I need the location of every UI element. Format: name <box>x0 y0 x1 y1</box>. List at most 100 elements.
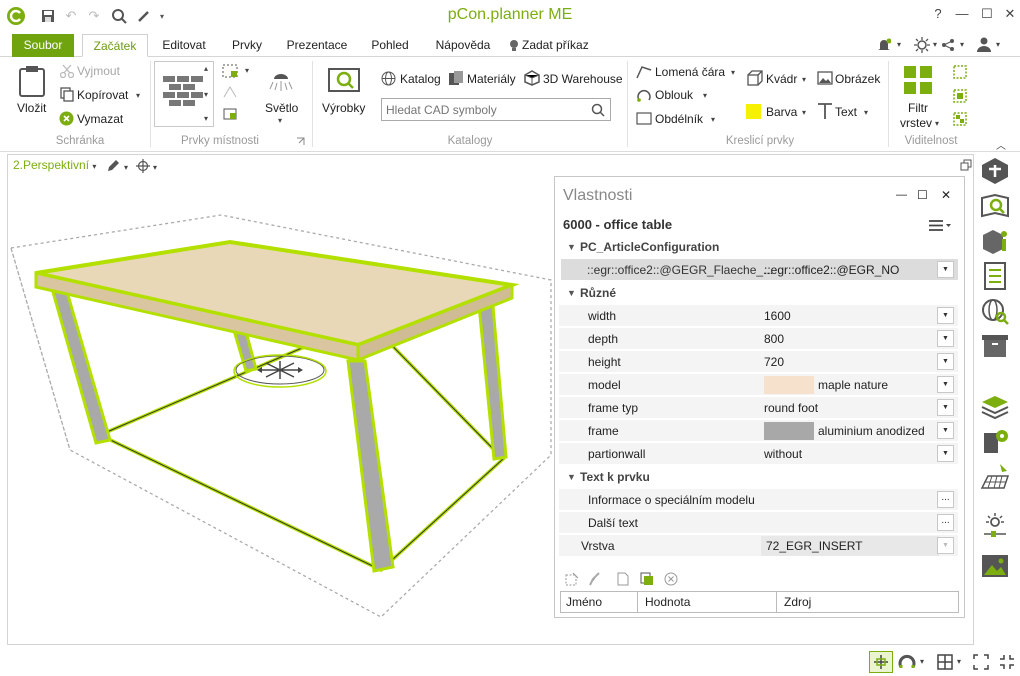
tab-prezentace[interactable]: Prezentace <box>280 34 354 57</box>
grid-view-icon[interactable] <box>937 654 953 670</box>
room-element-caret-icon[interactable]: ▾ <box>245 66 249 75</box>
image-view-icon[interactable] <box>980 552 1010 580</box>
minimize-button[interactable]: — <box>950 4 974 24</box>
share-caret-icon[interactable]: ▾ <box>960 40 964 49</box>
model-dropdown-icon[interactable]: ▼ <box>937 376 954 393</box>
catalog-search-icon[interactable] <box>980 192 1010 220</box>
gallery-down-icon[interactable]: ▾ <box>204 90 208 99</box>
tab-editovat[interactable]: Editovat <box>153 34 215 57</box>
copy-icon[interactable] <box>60 87 74 102</box>
grid-caret-icon[interactable]: ▾ <box>957 657 961 666</box>
arc-button[interactable]: Oblouk <box>655 88 693 102</box>
height-dropdown-icon[interactable]: ▼ <box>937 353 954 370</box>
text-caret-icon[interactable]: ▾ <box>864 108 868 117</box>
copy-caret-icon[interactable]: ▾ <box>136 91 140 100</box>
close-button[interactable]: ✕ <box>998 4 1020 24</box>
polyline-caret-icon[interactable]: ▾ <box>731 68 735 77</box>
image-button[interactable]: Obrázek <box>835 72 880 86</box>
drawer-icon[interactable] <box>980 332 1010 360</box>
prop-row-special-model[interactable]: Informace o speciálním modelu... <box>559 489 958 511</box>
room-element-icon[interactable] <box>222 64 238 78</box>
paste-icon[interactable] <box>17 65 47 97</box>
copy-doc-icon[interactable] <box>640 572 654 586</box>
ribbon-collapse-icon[interactable]: ︿ <box>996 137 1006 152</box>
prop-row-other-text[interactable]: Další text... <box>559 512 958 534</box>
tab-pohled[interactable]: Pohled <box>362 34 418 57</box>
prop-row-layer[interactable]: Vrstva 72_EGR_INSERT ▼ <box>559 535 958 557</box>
layer-filter-caret-icon[interactable]: ▾ <box>935 119 939 128</box>
light-settings-icon[interactable] <box>980 512 1010 540</box>
share-icon[interactable] <box>941 38 955 52</box>
warehouse-icon[interactable] <box>524 70 540 86</box>
remove-icon[interactable] <box>664 572 678 586</box>
tab-napoveda[interactable]: Nápověda <box>427 34 499 57</box>
layers-icon[interactable] <box>980 392 1010 420</box>
web-search-icon[interactable] <box>980 297 1010 325</box>
materials-button[interactable]: Materiály <box>467 72 516 86</box>
section-misc[interactable]: ▼ Různé <box>555 286 955 304</box>
color-swatch[interactable] <box>746 104 761 119</box>
copy-button[interactable]: Kopírovat <box>77 88 128 102</box>
table-3d-model[interactable] <box>8 155 553 644</box>
help-button[interactable]: ? <box>926 4 950 24</box>
partionwall-dropdown-icon[interactable]: ▼ <box>937 445 954 462</box>
toolbox-icon[interactable] <box>980 157 1010 185</box>
col-header-name[interactable]: Jméno <box>561 592 638 612</box>
notification-caret-icon[interactable]: ▾ <box>897 40 901 49</box>
cut-button[interactable]: Vyjmout <box>77 64 120 78</box>
paste-button[interactable]: Vložit <box>17 101 46 115</box>
door-icon[interactable] <box>222 85 238 99</box>
color-button[interactable]: Barva <box>766 105 797 119</box>
box-icon[interactable] <box>747 70 763 86</box>
cut-icon[interactable] <box>60 64 74 78</box>
command-input[interactable]: Zadat příkaz <box>522 34 592 57</box>
panel-menu-icon[interactable] <box>928 220 952 232</box>
delete-button[interactable]: Vymazat <box>77 112 123 126</box>
layer-dropdown-icon[interactable]: ▼ <box>937 537 954 554</box>
frame-typ-dropdown-icon[interactable]: ▼ <box>937 399 954 416</box>
light-caret-icon[interactable]: ▾ <box>278 116 282 125</box>
floor-grid-icon[interactable] <box>980 462 1010 490</box>
magnet-icon[interactable] <box>898 653 916 671</box>
box-caret-icon[interactable]: ▾ <box>802 75 806 84</box>
layer-filter-icon[interactable] <box>903 65 933 95</box>
notification-icon[interactable] <box>877 38 891 53</box>
fit-view-icon[interactable] <box>973 654 989 670</box>
group-expand-icon[interactable] <box>296 137 305 146</box>
polyline-button[interactable]: Lomená čára <box>655 65 725 79</box>
light-icon[interactable] <box>268 67 294 93</box>
article-info-icon[interactable] <box>980 227 1010 255</box>
section-config[interactable]: ▼ PC_ArticleConfiguration <box>555 240 955 258</box>
catalog-button[interactable]: Katalog <box>400 72 441 86</box>
brush-icon[interactable] <box>587 572 601 586</box>
sun-caret-icon[interactable]: ▾ <box>933 40 937 49</box>
text-icon[interactable] <box>817 102 833 120</box>
fullscreen-icon[interactable] <box>999 654 1015 670</box>
catalog-icon[interactable] <box>381 71 396 86</box>
rectangle-icon[interactable] <box>636 112 652 125</box>
prop-row-frame[interactable]: frame aluminium anodized ▼ <box>559 420 958 442</box>
layer-filter-label-2[interactable]: vrstev <box>900 116 932 130</box>
prop-row-model[interactable]: model maple nature ▼ <box>559 374 958 396</box>
gallery-up-icon[interactable]: ▴ <box>204 64 208 73</box>
depth-dropdown-icon[interactable]: ▼ <box>937 330 954 347</box>
config-row-dropdown-icon[interactable]: ▼ <box>937 261 954 278</box>
tab-soubor[interactable]: Soubor <box>12 34 74 57</box>
products-icon[interactable] <box>328 65 360 95</box>
rectangle-button[interactable]: Obdélník <box>655 112 703 126</box>
delete-icon[interactable] <box>59 111 74 126</box>
prop-row-partionwall[interactable]: partionwall without ▼ <box>559 443 958 465</box>
width-dropdown-icon[interactable]: ▼ <box>937 307 954 324</box>
special-model-edit-button[interactable]: ... <box>937 491 954 508</box>
warehouse-button[interactable]: 3D Warehouse <box>543 72 623 86</box>
select-tool-icon[interactable] <box>565 572 579 586</box>
arc-icon[interactable] <box>636 87 652 103</box>
maximize-button[interactable]: ☐ <box>975 4 999 24</box>
box-button[interactable]: Kvádr <box>766 72 797 86</box>
user-icon[interactable] <box>977 37 991 52</box>
list-icon[interactable] <box>980 262 1010 290</box>
polyline-icon[interactable] <box>636 65 652 79</box>
select-group-icon[interactable] <box>953 89 967 103</box>
arc-caret-icon[interactable]: ▾ <box>703 91 707 100</box>
config-row[interactable]: ::egr::office2::@GEGR_Flaeche_... ::egr:… <box>561 259 958 281</box>
